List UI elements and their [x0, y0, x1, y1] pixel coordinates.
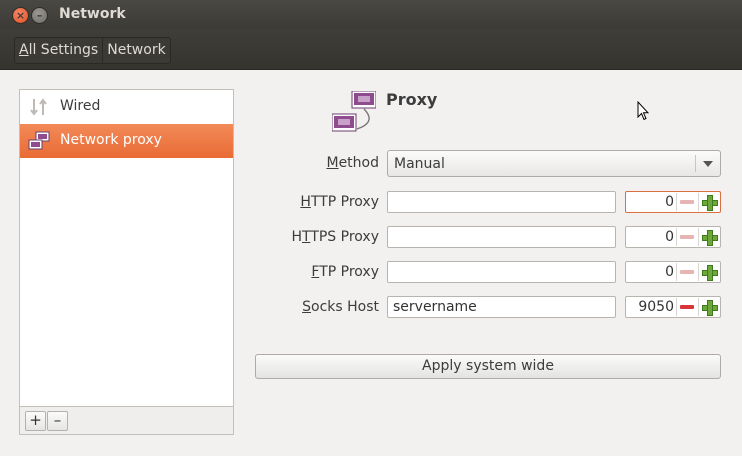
breadcrumb-label: ll Settings — [28, 42, 99, 58]
minimize-button[interactable]: – — [31, 7, 48, 24]
list-item-wired[interactable]: Wired — [20, 90, 233, 124]
minus-icon[interactable] — [676, 228, 697, 246]
https-proxy-port-spinner[interactable]: 0 — [625, 226, 721, 248]
combo-separator — [695, 155, 696, 172]
breadcrumb: All Settings Network — [14, 37, 171, 64]
method-value: Manual — [394, 156, 445, 172]
accel-letter: S — [302, 299, 311, 315]
chevron-down-icon — [703, 161, 713, 167]
list-item-label: Network proxy — [60, 132, 162, 148]
accel-letter: M — [326, 155, 339, 171]
breadcrumb-all-settings[interactable]: All Settings — [15, 38, 102, 63]
plus-icon[interactable] — [698, 263, 719, 281]
ftp-proxy-host-input[interactable] — [387, 261, 616, 283]
mouse-cursor-icon — [637, 101, 649, 121]
https-proxy-label: HTTPS Proxy — [291, 229, 379, 245]
socks-host-input[interactable] — [387, 296, 616, 318]
http-proxy-port-spinner[interactable]: 0 — [625, 191, 721, 213]
plus-icon[interactable] — [698, 193, 719, 211]
title-bar: × – Network — [0, 0, 742, 29]
http-proxy-host-input[interactable] — [387, 191, 616, 213]
page-title: Proxy — [386, 90, 438, 109]
method-label: Method — [326, 155, 379, 171]
apply-system-wide-button[interactable]: Apply system wide — [255, 354, 721, 379]
list-toolbar: + – — [20, 406, 233, 434]
minus-icon[interactable] — [676, 298, 697, 316]
plus-icon[interactable] — [698, 298, 719, 316]
plus-icon[interactable] — [698, 228, 719, 246]
list-item-label: Wired — [60, 98, 101, 114]
socks-port-spinner[interactable]: 9050 — [625, 296, 721, 318]
label-text: TTP Proxy — [310, 194, 379, 210]
http-proxy-label: HTTP Proxy — [300, 194, 379, 210]
minus-icon[interactable] — [676, 193, 697, 211]
close-button[interactable]: × — [12, 7, 29, 24]
accel-letter: H — [300, 194, 311, 210]
proxy-icon — [332, 91, 376, 132]
list-item-network-proxy[interactable]: Network proxy — [20, 124, 233, 158]
port-value: 0 — [665, 264, 674, 280]
add-connection-button[interactable]: + — [25, 411, 46, 431]
breadcrumb-network[interactable]: Network — [102, 38, 169, 63]
window-title: Network — [59, 6, 126, 22]
toolbar: All Settings Network — [0, 29, 742, 70]
port-value: 0 — [665, 194, 674, 210]
label-text: TPS Proxy — [310, 229, 379, 245]
port-value: 0 — [665, 229, 674, 245]
label-text: TP Proxy — [319, 264, 379, 280]
method-combo[interactable]: Manual — [387, 150, 721, 177]
label-text: ethod — [338, 155, 379, 171]
label-text: ocks Host — [311, 299, 379, 315]
accel-letter: A — [19, 42, 29, 58]
network-proxy-icon — [28, 131, 50, 150]
ftp-proxy-label: FTP Proxy — [311, 264, 379, 280]
remove-connection-button[interactable]: – — [47, 411, 68, 431]
wired-arrows-icon — [30, 98, 47, 116]
connection-list: Wired Network proxy + – — [19, 89, 234, 435]
minus-icon[interactable] — [676, 263, 697, 281]
ftp-proxy-port-spinner[interactable]: 0 — [625, 261, 721, 283]
label-text: H — [291, 229, 302, 245]
socks-host-label: Socks Host — [302, 299, 379, 315]
port-value: 9050 — [638, 299, 674, 315]
https-proxy-host-input[interactable] — [387, 226, 616, 248]
